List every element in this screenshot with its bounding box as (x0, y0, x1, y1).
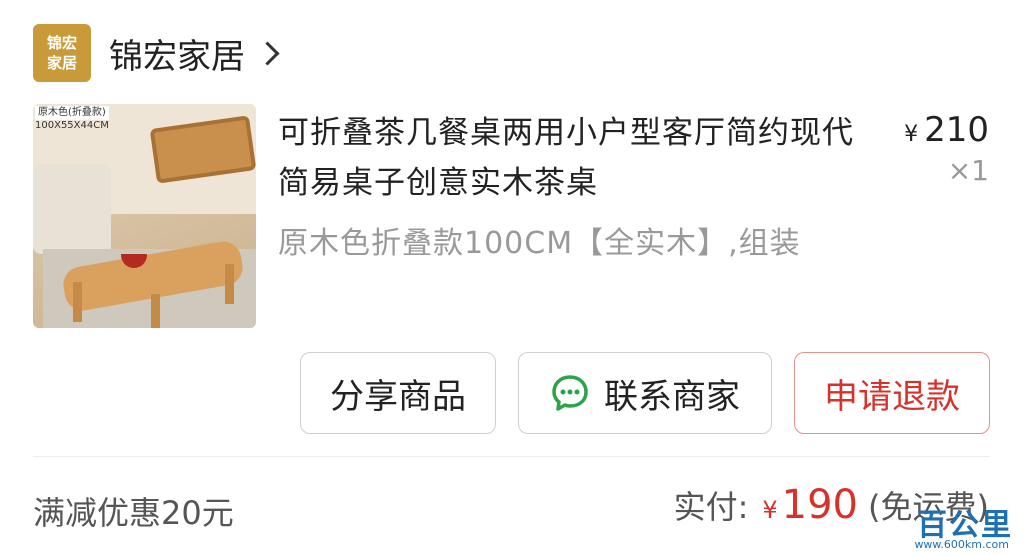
product-spec: 原木色折叠款100CM【全实木】,组装 (278, 226, 801, 261)
thumb-table-leg (73, 282, 82, 322)
paid-label: 实付: (673, 488, 749, 526)
share-product-label: 分享商品 (330, 376, 466, 417)
paid-amount: 190 (781, 482, 859, 528)
price-area: ¥210 ×1 (904, 110, 989, 187)
store-header[interactable]: 锦宏 家居 锦宏家居 (33, 23, 280, 83)
store-logo: 锦宏 家居 (33, 24, 91, 82)
watermark-url: www.600km.com (914, 538, 1009, 551)
store-logo-text: 锦宏 家居 (46, 34, 77, 72)
request-refund-label: 申请退款 (824, 376, 960, 417)
thumb-table-leg (225, 264, 234, 304)
contact-seller-label: 联系商家 (604, 376, 740, 417)
product-title[interactable]: 可折叠茶几餐桌两用小户型客厅简约现代简易桌子创意实木茶桌 (278, 108, 878, 208)
share-product-button[interactable]: 分享商品 (300, 352, 496, 434)
discount-text: 满减优惠20元 (33, 494, 234, 532)
site-watermark: 百公里 www.600km.com (903, 500, 1013, 551)
price-value: 210 (924, 110, 989, 150)
chevron-right-icon[interactable] (255, 40, 280, 66)
image-size-label: 100X55X44CM (35, 120, 109, 131)
thumb-table-leg (151, 294, 160, 328)
product-thumbnail[interactable]: 原木色(折叠款) 100X55X44CM (33, 104, 256, 328)
contact-seller-button[interactable]: 联系商家 (518, 352, 772, 434)
paid-symbol: ¥ (762, 496, 778, 524)
thumb-sofa (33, 164, 111, 254)
price-symbol: ¥ (904, 122, 919, 147)
quantity: ×1 (947, 154, 989, 187)
image-spec-tag: 原木色(折叠款) (35, 106, 109, 120)
chat-bubble-icon (552, 375, 588, 411)
divider (33, 456, 990, 457)
unit-price: ¥210 (904, 110, 989, 150)
request-refund-button[interactable]: 申请退款 (794, 352, 990, 434)
store-name[interactable]: 锦宏家居 (109, 29, 245, 78)
